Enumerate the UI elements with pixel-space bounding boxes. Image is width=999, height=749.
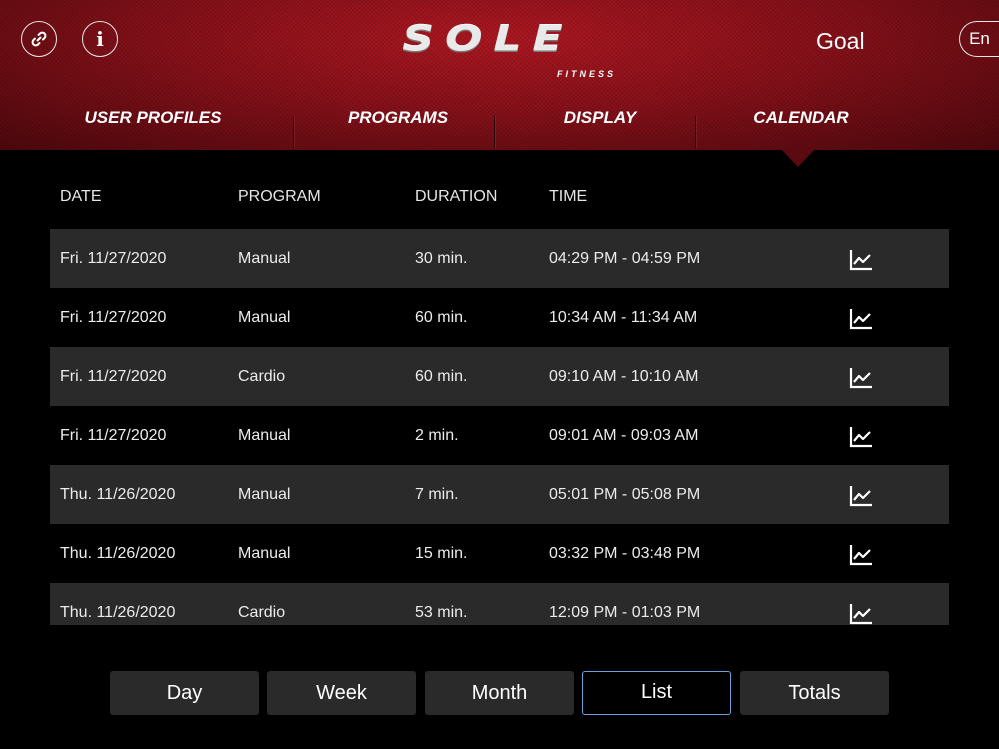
nav-divider <box>695 116 696 148</box>
tab-totals[interactable]: Totals <box>740 671 889 715</box>
workout-list[interactable]: Fri. 11/27/2020 Manual 30 min. 04:29 PM … <box>50 229 949 625</box>
row-program: Cardio <box>238 368 286 385</box>
row-date: Fri. 11/27/2020 <box>60 250 167 267</box>
chart-icon[interactable] <box>849 367 873 389</box>
app-header: i SOLE FITNESS Goal En USER PROFILES PRO… <box>0 0 999 150</box>
row-date: Thu. 11/26/2020 <box>60 486 176 503</box>
main-nav: USER PROFILES PROGRAMS DISPLAY CALENDAR <box>0 96 999 150</box>
header-program: PROGRAM <box>238 188 321 205</box>
chart-icon[interactable] <box>849 249 873 271</box>
tab-list[interactable]: List <box>582 671 731 715</box>
header-time: TIME <box>549 188 588 205</box>
row-time: 03:32 PM - 03:48 PM <box>549 545 701 562</box>
row-date: Fri. 11/27/2020 <box>60 368 167 385</box>
row-time: 04:29 PM - 04:59 PM <box>549 250 701 267</box>
tab-display[interactable]: DISPLAY <box>500 96 700 150</box>
language-button[interactable]: En <box>959 21 999 57</box>
chart-icon[interactable] <box>849 603 873 625</box>
table-header: DATE PROGRAM DURATION TIME <box>0 188 999 210</box>
row-duration: 30 min. <box>415 250 468 267</box>
header-date: DATE <box>60 188 102 205</box>
table-row[interactable]: Thu. 11/26/2020 Manual 15 min. 03:32 PM … <box>50 524 949 583</box>
row-time: 10:34 AM - 11:34 AM <box>549 309 698 326</box>
tab-day[interactable]: Day <box>110 671 259 715</box>
link-icon <box>31 31 47 47</box>
row-duration: 15 min. <box>415 545 468 562</box>
row-program: Cardio <box>238 604 286 621</box>
chart-icon[interactable] <box>849 544 873 566</box>
row-time: 09:10 AM - 10:10 AM <box>549 368 699 385</box>
goal-button[interactable]: Goal <box>816 28 865 55</box>
chart-icon[interactable] <box>849 426 873 448</box>
link-button[interactable] <box>21 21 57 57</box>
row-duration: 53 min. <box>415 604 468 621</box>
row-time: 09:01 AM - 09:03 AM <box>549 427 699 444</box>
table-row[interactable]: Thu. 11/26/2020 Manual 7 min. 05:01 PM -… <box>50 465 949 524</box>
row-date: Fri. 11/27/2020 <box>60 427 167 444</box>
row-duration: 2 min. <box>415 427 459 444</box>
row-duration: 60 min. <box>415 368 468 385</box>
tab-programs[interactable]: PROGRAMS <box>298 96 498 150</box>
row-time: 05:01 PM - 05:08 PM <box>549 486 701 503</box>
chart-icon[interactable] <box>849 308 873 330</box>
table-row[interactable]: Fri. 11/27/2020 Manual 60 min. 10:34 AM … <box>50 288 949 347</box>
table-row[interactable]: Fri. 11/27/2020 Cardio 60 min. 09:10 AM … <box>50 347 949 406</box>
logo-subtitle: FITNESS <box>556 69 616 79</box>
info-button[interactable]: i <box>82 21 118 57</box>
row-duration: 60 min. <box>415 309 468 326</box>
view-mode-tabs: Day Week Month List Totals <box>110 671 890 715</box>
header-duration: DURATION <box>415 188 498 205</box>
nav-divider <box>293 116 294 148</box>
row-program: Manual <box>238 545 291 562</box>
table-row[interactable]: Fri. 11/27/2020 Manual 2 min. 09:01 AM -… <box>50 406 949 465</box>
sole-logo: SOLE FITNESS <box>352 19 624 79</box>
tab-calendar[interactable]: CALENDAR <box>701 96 901 150</box>
row-program: Manual <box>238 309 291 326</box>
row-program: Manual <box>238 486 291 503</box>
active-tab-pointer <box>781 149 815 167</box>
logo-text: SOLE <box>402 19 574 60</box>
table-row[interactable]: Thu. 11/26/2020 Cardio 53 min. 12:09 PM … <box>50 583 949 625</box>
row-program: Manual <box>238 250 291 267</box>
tab-user-profiles[interactable]: USER PROFILES <box>53 96 253 150</box>
tab-week[interactable]: Week <box>267 671 416 715</box>
row-program: Manual <box>238 427 291 444</box>
chart-icon[interactable] <box>849 485 873 507</box>
table-row[interactable]: Fri. 11/27/2020 Manual 30 min. 04:29 PM … <box>50 229 949 288</box>
row-date: Thu. 11/26/2020 <box>60 604 176 621</box>
row-time: 12:09 PM - 01:03 PM <box>549 604 701 621</box>
info-icon: i <box>96 27 104 51</box>
row-duration: 7 min. <box>415 486 459 503</box>
tab-month[interactable]: Month <box>425 671 574 715</box>
row-date: Fri. 11/27/2020 <box>60 309 167 326</box>
nav-divider <box>494 116 495 148</box>
row-date: Thu. 11/26/2020 <box>60 545 176 562</box>
